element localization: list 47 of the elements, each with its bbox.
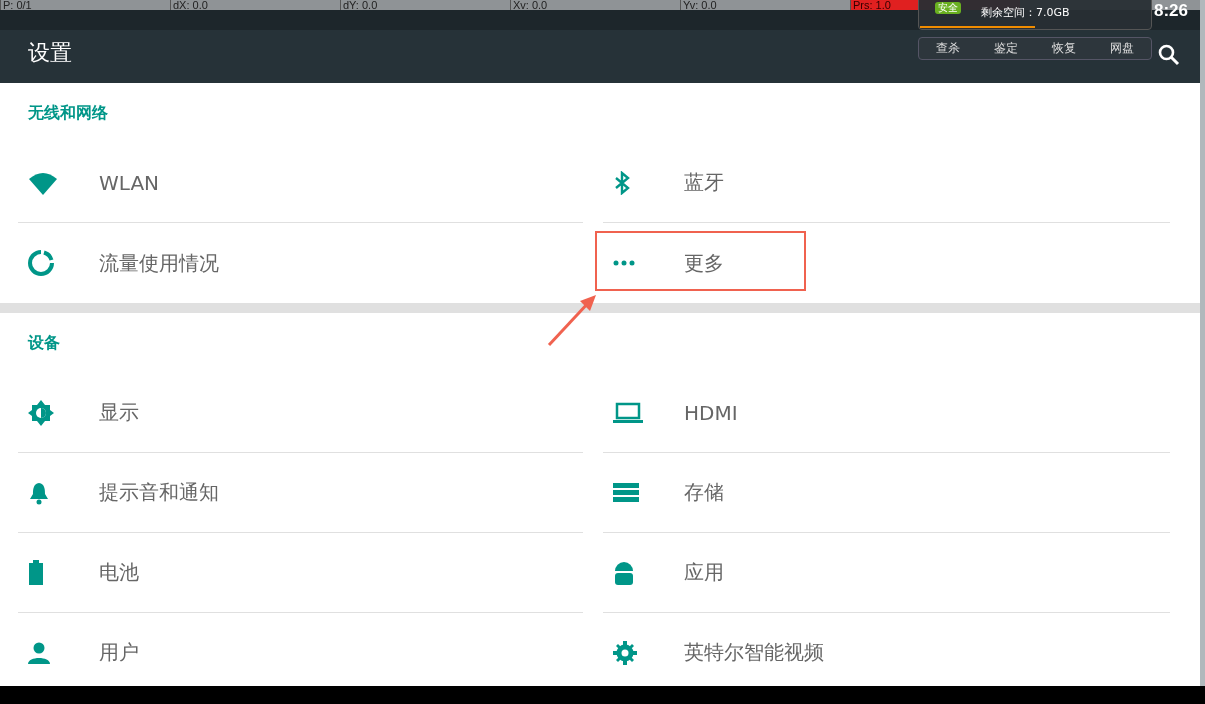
tool-button[interactable]: 查杀 (934, 40, 962, 57)
settings-item[interactable]: 用户 (18, 613, 583, 686)
storage-icon (613, 483, 639, 502)
search-icon[interactable] (1158, 44, 1180, 66)
page-title: 设置 (28, 39, 72, 67)
android-icon (613, 560, 635, 585)
clock: 8:26 (1154, 1, 1189, 21)
section-header: 设备 (28, 332, 60, 354)
settings-item[interactable]: 存储 (603, 453, 1170, 533)
settings-item[interactable]: 电池 (18, 533, 583, 613)
more-icon (613, 260, 635, 266)
tool-button[interactable]: 恢复 (1050, 40, 1078, 57)
settings-item[interactable]: 应用 (603, 533, 1170, 613)
item-label: 蓝牙 (684, 169, 724, 196)
item-label: 应用 (684, 559, 724, 586)
gear-icon (613, 640, 637, 665)
settings-item[interactable]: HDMI (603, 373, 1170, 453)
section-header: 无线和网络 (28, 102, 108, 124)
settings-item[interactable]: 蓝牙 (603, 143, 1170, 223)
battery-icon (28, 560, 44, 585)
item-label: WLAN (99, 170, 160, 195)
bluetooth-icon (613, 170, 631, 195)
bell-icon (28, 480, 50, 505)
pointer-arrow (546, 292, 598, 348)
settings-item[interactable]: 流量使用情况 (18, 223, 583, 303)
settings-item[interactable]: 显示 (18, 373, 583, 453)
item-label: HDMI (684, 400, 738, 425)
settings-item[interactable]: 更多 (603, 223, 1170, 303)
item-label: 存储 (684, 479, 724, 506)
settings-item[interactable]: 提示音和通知 (18, 453, 583, 533)
item-label: 提示音和通知 (99, 479, 219, 506)
item-label: 显示 (99, 399, 139, 426)
tool-button[interactable]: 鉴定 (992, 40, 1020, 57)
ring-icon (28, 250, 54, 276)
person-icon (28, 641, 50, 664)
item-label: 用户 (99, 639, 139, 666)
item-label: 流量使用情况 (99, 249, 219, 277)
settings-item[interactable]: 英特尔智能视频 (603, 613, 1170, 686)
brightness-icon (28, 399, 54, 426)
wifi-icon (28, 170, 58, 195)
laptop-icon (613, 402, 643, 423)
tool-button[interactable]: 网盘 (1108, 40, 1136, 57)
item-label: 更多 (684, 249, 724, 277)
security-badge: 安全 (935, 2, 961, 14)
settings-item[interactable]: WLAN (18, 143, 583, 223)
item-label: 电池 (99, 559, 139, 586)
item-label: 英特尔智能视频 (684, 639, 824, 666)
